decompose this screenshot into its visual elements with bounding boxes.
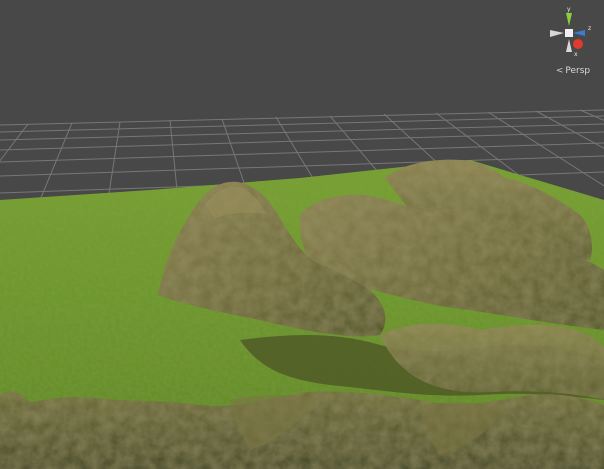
gizmo-x-axis[interactable]: x [573, 39, 583, 58]
projection-arrow-icon: < [555, 66, 564, 76]
gizmo-y-label: y [567, 6, 571, 13]
gizmo-y-cone-icon[interactable] [566, 13, 572, 26]
gizmo-center-cube-icon[interactable] [565, 29, 573, 37]
gizmo-x-label: x [574, 51, 578, 58]
gizmo-x-ball-icon[interactable] [573, 39, 583, 49]
gizmo-z-cone-icon[interactable] [573, 30, 585, 36]
gizmo-neg-z-cone-icon[interactable] [550, 30, 564, 37]
terrain-mesh[interactable] [0, 159, 604, 469]
orientation-gizmo[interactable]: y z x [540, 4, 600, 60]
gizmo-z-axis[interactable]: z [573, 25, 591, 36]
scene-render[interactable] [0, 0, 604, 469]
projection-label: Persp [565, 66, 591, 76]
scene-viewport[interactable]: y z x < Persp [0, 0, 604, 469]
gizmo-y-axis[interactable]: y [566, 6, 572, 26]
gizmo-z-label: z [588, 25, 591, 32]
projection-toggle[interactable]: < Persp [545, 64, 601, 78]
gizmo-neg-y-cone-icon[interactable] [566, 39, 572, 52]
